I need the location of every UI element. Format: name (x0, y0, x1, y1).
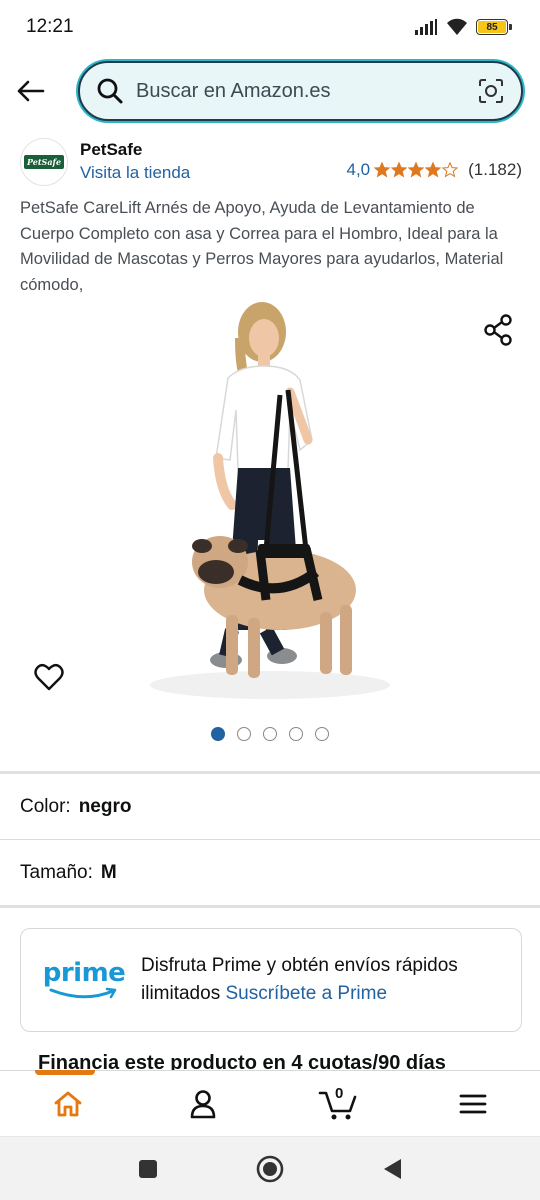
visit-store-link[interactable]: Visita la tienda (80, 161, 190, 185)
home-icon (54, 1091, 81, 1116)
search-header: Buscar en Amazon.es (0, 60, 540, 122)
rating-stars (374, 162, 459, 178)
wishlist-button[interactable] (32, 660, 66, 694)
battery-level: 85 (478, 21, 506, 33)
financing-heading: Financia este producto en 4 cuotas/90 dí… (38, 1052, 446, 1072)
divider (0, 905, 540, 908)
nav-active-indicator (35, 1070, 95, 1075)
system-nav (0, 1136, 540, 1200)
recent-apps-icon[interactable] (137, 1158, 159, 1180)
brand-logo[interactable]: PetSafe (20, 138, 68, 186)
carousel-dot[interactable] (289, 727, 303, 741)
size-label: Tamaño: (20, 862, 93, 883)
brand-text: PetSafe Visita la tienda (80, 139, 190, 185)
size-variation[interactable]: Tamaño: M (20, 862, 117, 884)
rating-value: 4,0 (346, 160, 371, 179)
star-filled-icon (391, 162, 408, 178)
menu-icon (459, 1094, 486, 1113)
carousel-dot[interactable] (237, 727, 251, 741)
rating-count: (1.182) (468, 160, 522, 179)
back-arrow-icon (17, 80, 45, 102)
color-variation[interactable]: Color: negro (20, 796, 131, 818)
back-button[interactable] (0, 60, 60, 122)
share-icon (484, 314, 512, 346)
prime-card[interactable]: prime Disfruta Prime y obtén envíos rápi… (20, 928, 522, 1032)
back-system-icon[interactable] (381, 1157, 403, 1181)
camera-search-icon[interactable] (477, 77, 505, 105)
cart-count: 0 (335, 1085, 344, 1102)
product-image-carousel[interactable] (0, 300, 540, 720)
rating[interactable]: 4,0 (1.182) (346, 160, 522, 180)
prime-logo: prime (43, 959, 126, 1001)
color-value: negro (78, 796, 132, 817)
divider (0, 839, 540, 840)
heart-icon (34, 663, 64, 691)
nav-home[interactable] (0, 1070, 135, 1136)
nav-account[interactable] (135, 1071, 270, 1136)
prime-smile-icon (49, 987, 117, 999)
prime-subscribe-link[interactable]: Suscríbete a Prime (225, 983, 387, 1004)
search-input[interactable]: Buscar en Amazon.es (78, 61, 523, 121)
color-label: Color: (20, 796, 71, 817)
home-system-icon[interactable] (255, 1154, 285, 1184)
brand-row: PetSafe PetSafe Visita la tienda 4,0 (1.… (20, 134, 522, 190)
star-empty-icon (442, 162, 459, 178)
signal-icon (415, 19, 437, 35)
size-value: M (100, 862, 117, 883)
star-filled-icon (408, 162, 425, 178)
search-placeholder: Buscar en Amazon.es (136, 79, 331, 102)
status-icons: 85 (414, 18, 512, 36)
carousel-dot[interactable] (263, 727, 277, 741)
nav-menu[interactable] (405, 1071, 540, 1136)
carousel-dot[interactable] (211, 727, 225, 741)
star-filled-icon (425, 162, 442, 178)
nav-cart[interactable]: 0 (270, 1071, 405, 1136)
prime-logo-text: prime (42, 958, 126, 988)
product-image (150, 302, 390, 699)
product-title: PetSafe CareLift Arnés de Apoyo, Ayuda d… (20, 199, 504, 294)
carousel-dots (0, 727, 540, 741)
bottom-nav: 0 (0, 1070, 540, 1136)
divider (0, 771, 540, 774)
status-time: 12:21 (26, 16, 74, 37)
share-button[interactable] (480, 312, 516, 348)
prime-text: Disfruta Prime y obtén envíos rápidos il… (141, 952, 501, 1008)
brand-logo-text: PetSafe (23, 155, 65, 169)
search-icon (97, 78, 123, 104)
user-icon (190, 1089, 215, 1118)
brand-name: PetSafe (80, 140, 143, 159)
battery-icon: 85 (476, 19, 512, 35)
status-bar: 12:21 85 (0, 0, 540, 54)
star-filled-icon (374, 162, 391, 178)
wifi-icon (447, 18, 467, 35)
carousel-dot[interactable] (315, 727, 329, 741)
